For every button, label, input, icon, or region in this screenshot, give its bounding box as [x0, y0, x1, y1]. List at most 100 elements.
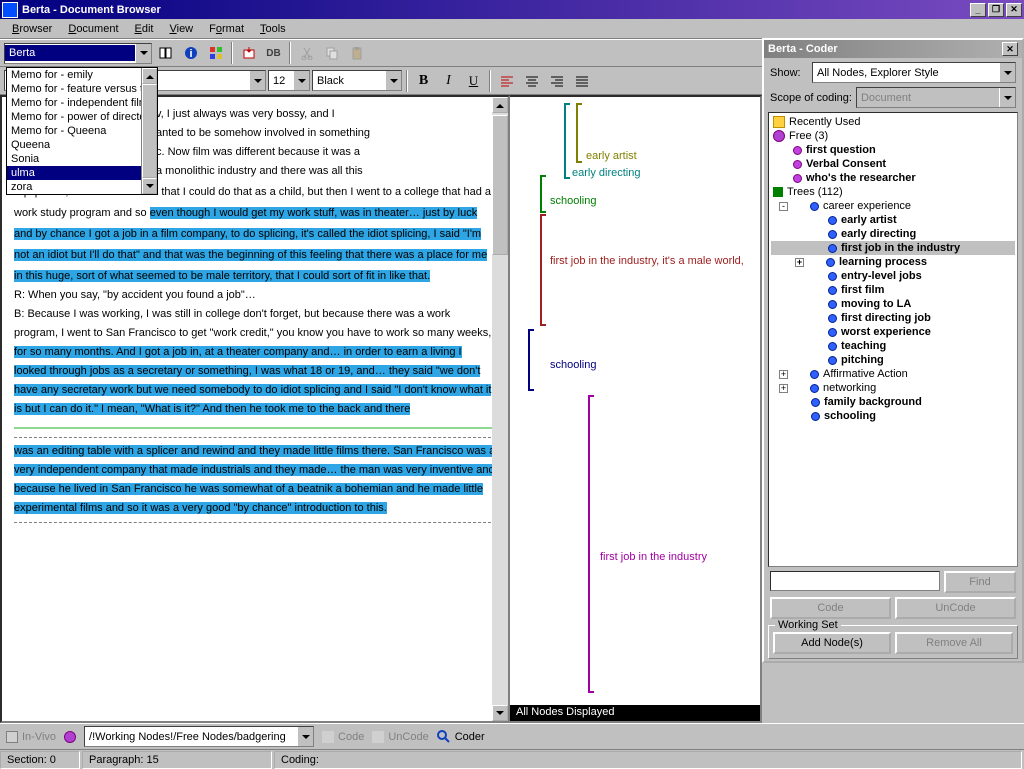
show-combo[interactable]: All Nodes, Explorer Style: [812, 62, 1016, 83]
expand-icon[interactable]: +: [795, 258, 804, 267]
collapse-icon[interactable]: -: [779, 202, 788, 211]
color-combo[interactable]: Black: [312, 70, 402, 91]
tree-career-item[interactable]: first directing job: [771, 311, 1015, 325]
bracket-schooling-2[interactable]: [528, 329, 534, 391]
code-button-bottom[interactable]: Code: [322, 731, 364, 743]
expand-icon[interactable]: +: [779, 384, 788, 393]
chevron-down-icon[interactable]: [999, 63, 1015, 82]
document-dropdown-list[interactable]: Memo for - emilyMemo for - feature versu…: [6, 67, 158, 195]
dropdown-item[interactable]: Memo for - independent film: [7, 96, 157, 110]
grid-icon[interactable]: [204, 42, 227, 64]
maximize-button[interactable]: ❐: [988, 3, 1004, 17]
node-path-combo[interactable]: /!Working Nodes!/Free Nodes/badgering: [84, 726, 314, 747]
tree-career-item[interactable]: +learning process: [771, 255, 1015, 269]
db-icon[interactable]: DB: [262, 42, 285, 64]
chevron-down-icon[interactable]: [135, 44, 151, 63]
tree-free-item[interactable]: Verbal Consent: [771, 157, 1015, 171]
chevron-down-icon[interactable]: [385, 71, 401, 90]
tree-career-item[interactable]: pitching: [771, 353, 1015, 367]
bracket-schooling-1[interactable]: [540, 175, 546, 213]
code-button[interactable]: Code: [770, 597, 891, 619]
book-icon[interactable]: [154, 42, 177, 64]
minimize-button[interactable]: _: [970, 3, 986, 17]
find-input[interactable]: [770, 571, 940, 591]
scroll-thumb[interactable]: [492, 115, 508, 255]
vertical-scrollbar[interactable]: [492, 97, 508, 721]
node-icon: [811, 412, 820, 421]
coder-close-button[interactable]: ✕: [1002, 42, 1018, 56]
chevron-down-icon[interactable]: [293, 71, 309, 90]
node-tree[interactable]: Recently Used Free (3) first questionVer…: [768, 112, 1018, 567]
remove-all-button[interactable]: Remove All: [895, 632, 1013, 654]
tree-career-item[interactable]: teaching: [771, 339, 1015, 353]
menu-tools[interactable]: Tools: [252, 21, 294, 37]
dropdown-item[interactable]: Memo for - power of director: [7, 110, 157, 124]
db-insert-icon[interactable]: [237, 42, 260, 64]
copy-icon[interactable]: [320, 42, 343, 64]
chevron-down-icon[interactable]: [297, 727, 313, 746]
tree-free-item[interactable]: first question: [771, 143, 1015, 157]
dropdown-item[interactable]: Memo for - emily: [7, 68, 157, 82]
dropdown-item[interactable]: ulma: [7, 166, 157, 180]
expand-icon[interactable]: +: [779, 370, 788, 379]
coder-titlebar[interactable]: Berta - Coder ✕: [764, 40, 1022, 58]
scroll-up-button[interactable]: [142, 68, 157, 84]
tree-free-item[interactable]: who's the researcher: [771, 171, 1015, 185]
add-nodes-button[interactable]: Add Node(s): [773, 632, 891, 654]
tree-affirmative-action[interactable]: +Affirmative Action: [771, 367, 1015, 381]
font-size-combo[interactable]: 12: [268, 70, 310, 91]
scroll-up-button[interactable]: [492, 97, 508, 113]
cut-icon[interactable]: [295, 42, 318, 64]
paste-icon[interactable]: [345, 42, 368, 64]
menu-format[interactable]: Format: [201, 21, 252, 37]
info-icon[interactable]: i: [179, 42, 202, 64]
tree-career-item[interactable]: moving to LA: [771, 297, 1015, 311]
tree-free[interactable]: Free (3): [771, 129, 1015, 143]
chevron-down-icon[interactable]: [249, 71, 265, 90]
dropdown-item[interactable]: Memo for - feature versus te: [7, 82, 157, 96]
bracket-early-directing[interactable]: [564, 103, 570, 179]
tree-career-item[interactable]: first job in the industry: [771, 241, 1015, 255]
invivo-button[interactable]: In-Vivo: [6, 731, 56, 743]
tree-recently-used[interactable]: Recently Used: [771, 115, 1015, 129]
dropdown-item[interactable]: zora: [7, 180, 157, 194]
tree-career-item[interactable]: early directing: [771, 227, 1015, 241]
menu-browser[interactable]: Browser: [4, 21, 60, 37]
bracket-first-job-long[interactable]: [540, 214, 546, 326]
scroll-down-button[interactable]: [142, 178, 157, 194]
uncode-button-bottom[interactable]: UnCode: [372, 731, 428, 743]
bold-button[interactable]: B: [412, 70, 435, 92]
menu-edit[interactable]: Edit: [127, 21, 162, 37]
dropdown-item[interactable]: Memo for - Queena: [7, 124, 157, 138]
tree-schooling[interactable]: schooling: [771, 409, 1015, 423]
dropdown-item[interactable]: Sonia: [7, 152, 157, 166]
tree-career-item[interactable]: entry-level jobs: [771, 269, 1015, 283]
close-button[interactable]: ✕: [1006, 3, 1022, 17]
align-center-button[interactable]: [520, 70, 543, 92]
uncode-button[interactable]: UnCode: [895, 597, 1016, 619]
underline-button[interactable]: U: [462, 70, 485, 92]
scroll-down-button[interactable]: [492, 705, 508, 721]
tree-career-item[interactable]: first film: [771, 283, 1015, 297]
dropdown-scrollbar[interactable]: [141, 68, 157, 194]
align-justify-button[interactable]: [570, 70, 593, 92]
tree-career-item[interactable]: worst experience: [771, 325, 1015, 339]
coder-title-text: Berta - Coder: [768, 43, 838, 55]
menu-view[interactable]: View: [161, 21, 201, 37]
tree-family-background[interactable]: family background: [771, 395, 1015, 409]
tree-networking[interactable]: +networking: [771, 381, 1015, 395]
tree-trees[interactable]: Trees (112): [771, 185, 1015, 199]
bracket-early-artist[interactable]: [576, 103, 582, 163]
dropdown-item[interactable]: Queena: [7, 138, 157, 152]
tree-career-experience[interactable]: -career experience: [771, 199, 1015, 213]
align-left-button[interactable]: [495, 70, 518, 92]
bracket-first-job[interactable]: [588, 395, 594, 693]
document-combo[interactable]: Berta: [4, 43, 152, 64]
coder-button-bottom[interactable]: Coder: [437, 730, 485, 744]
scroll-thumb[interactable]: [142, 84, 157, 178]
menu-document[interactable]: Document: [60, 21, 126, 37]
italic-button[interactable]: I: [437, 70, 460, 92]
find-button[interactable]: Find: [944, 571, 1016, 593]
align-right-button[interactable]: [545, 70, 568, 92]
tree-career-item[interactable]: early artist: [771, 213, 1015, 227]
